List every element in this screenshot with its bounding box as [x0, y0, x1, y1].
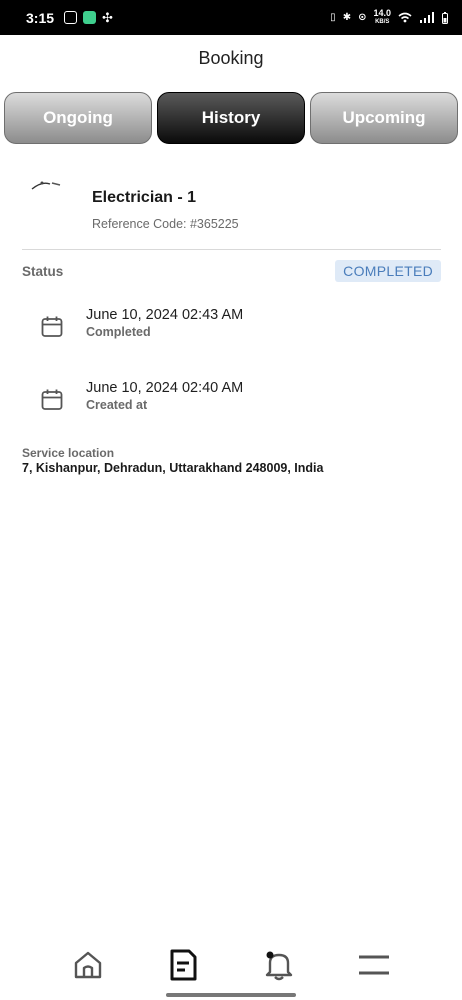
messaging-app-icon [83, 11, 97, 24]
bottom-navigation [0, 935, 462, 995]
signal-icon [420, 12, 434, 23]
service-name: Electrician - 1 [92, 189, 197, 206]
service-thumbnail [31, 181, 61, 190]
status-bar: 3:15 ✣ ▯ ✱ ⊙ 14.0 KB/S [0, 0, 462, 35]
event-date: June 10, 2024 02:40 AM [86, 380, 244, 396]
bell-icon [265, 951, 292, 981]
home-indicator[interactable] [166, 993, 296, 997]
tab-upcoming[interactable]: Upcoming [310, 92, 458, 144]
location-address: 7, Kishanpur, Dehradun, Uttarakhand 2480… [22, 461, 324, 475]
nav-home[interactable] [64, 941, 112, 989]
calendar-icon [41, 316, 63, 337]
event-label: Created at [86, 398, 148, 412]
tab-history[interactable]: History [157, 92, 305, 144]
timeline-event: June 10, 2024 02:43 AM Completed [30, 307, 430, 355]
location-label: Service location [22, 446, 115, 460]
calendar-icon [41, 389, 63, 410]
menu-icon [359, 955, 390, 975]
nav-notifications[interactable] [255, 941, 303, 989]
service-card[interactable]: Electrician - 1 Reference Code: #365225 [22, 178, 441, 250]
event-label: Completed [86, 325, 151, 339]
home-icon [74, 951, 101, 979]
service-location: Service location 7, Kishanpur, Dehradun,… [22, 446, 452, 475]
nav-menu[interactable] [350, 941, 398, 989]
bluetooth-icon: ✱ [342, 12, 352, 23]
status-row: Status COMPLETED [22, 259, 441, 283]
location-icon: ⊙ [358, 12, 367, 23]
event-date: June 10, 2024 02:43 AM [86, 307, 244, 323]
nav-bookings[interactable] [159, 941, 207, 989]
status-time: 3:15 [26, 9, 55, 26]
tab-ongoing[interactable]: Ongoing [4, 92, 152, 144]
slack-icon: ✣ [102, 9, 113, 25]
notification-b-icon [64, 11, 78, 24]
page-title: Booking [198, 47, 264, 68]
battery-icon [442, 11, 448, 24]
wifi-icon [398, 12, 412, 23]
document-icon [170, 949, 197, 981]
network-speed: 14.0 KB/S [373, 7, 391, 25]
vibrate-icon: ▯ [330, 12, 336, 23]
booking-tabs: Ongoing History Upcoming [4, 92, 458, 144]
timeline-event: June 10, 2024 02:40 AM Created at [30, 380, 430, 428]
status-label: Status [22, 263, 64, 279]
status-badge: COMPLETED [335, 260, 441, 282]
app-header: Booking [0, 35, 462, 81]
reference-code: Reference Code: #365225 [92, 217, 239, 231]
